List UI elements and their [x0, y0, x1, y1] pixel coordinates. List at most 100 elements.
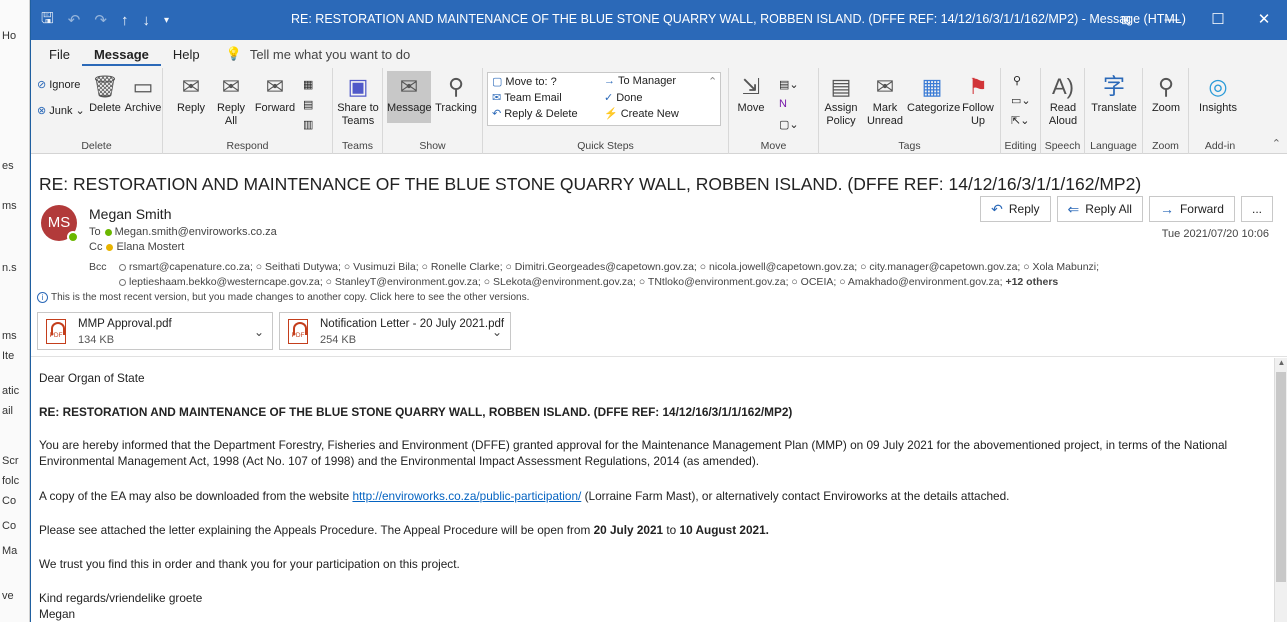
quick-step-reply-delete[interactable]: ↶ Reply & Delete	[492, 107, 578, 120]
paragraph-3: Please see attached the letter explainin…	[39, 523, 769, 537]
tracking-button[interactable]: ⚲ Tracking	[433, 74, 479, 115]
policy-icon: ▤	[830, 74, 852, 99]
team-email-icon: ✉	[492, 92, 502, 104]
read-aloud-button[interactable]: A) Read Aloud	[1043, 74, 1083, 128]
forward-button[interactable]: → Forward	[1148, 196, 1235, 222]
categorize-button[interactable]: ▦ Categorize	[907, 74, 960, 115]
menu-file[interactable]: File	[37, 43, 82, 66]
group-label-zoom: Zoom	[1152, 140, 1179, 152]
quick-step-create-new[interactable]: ⚡ Create New	[604, 107, 679, 120]
collapse-ribbon-icon[interactable]: ⌃	[1272, 137, 1281, 150]
to-recipient[interactable]: Megan.smith@enviroworks.co.za	[115, 226, 277, 238]
message-view-button[interactable]: ✉ Message	[387, 71, 432, 123]
background-text-fragment: Scr	[2, 455, 19, 467]
quick-step-team-email[interactable]: ✉ Team Email	[492, 91, 562, 104]
quick-step-to-manager[interactable]: → To Manager	[604, 75, 676, 87]
minimize-icon[interactable]: —	[1149, 0, 1195, 40]
chevron-down-icon[interactable]: ⌄	[492, 325, 502, 339]
follow-up-button[interactable]: ⚑ Follow Up	[957, 74, 999, 128]
insights-icon: ◎	[1208, 74, 1228, 99]
reply-arrow-icon: ↶	[991, 200, 1003, 217]
find-icon[interactable]: ⚲	[1013, 74, 1021, 87]
group-label-tags: Tags	[898, 140, 921, 152]
teams-icon: ▣	[347, 74, 369, 99]
reply-ribbon-button[interactable]: ✉ Reply	[171, 74, 211, 115]
version-notice[interactable]: i This is the most recent version, but yo…	[37, 292, 529, 303]
avatar[interactable]: MS	[41, 205, 79, 243]
rules-icon[interactable]: ▤⌄	[779, 78, 799, 91]
gallery-scroll-icon[interactable]: ⌃	[708, 75, 717, 88]
more-respond-icon[interactable]: ▥	[303, 118, 313, 131]
tell-me-label: Tell me what you want to do	[249, 46, 411, 62]
menu-message[interactable]: Message	[81, 43, 161, 66]
undo-icon[interactable]: ↶	[68, 11, 81, 29]
insights-button[interactable]: ◎ Insights	[1193, 74, 1243, 115]
attachment-notification-letter[interactable]: PDF Notification Letter - 20 July 2021.p…	[279, 312, 511, 350]
redo-icon[interactable]: ↷	[94, 11, 107, 29]
ribbon-group-zoom: ⚲ Zoom Zoom	[1143, 68, 1189, 154]
forward-ribbon-button[interactable]: ✉ Forward	[251, 74, 299, 115]
close-icon[interactable]: ✕	[1241, 0, 1287, 40]
forward-arrow-icon: →	[1159, 201, 1174, 217]
quick-step-done[interactable]: ✓ Done	[604, 91, 643, 104]
quick-access-toolbar: 🖫 ↶ ↷ ↑ ↓ ▾	[31, 8, 169, 33]
signature-name: Megan	[39, 607, 76, 621]
translate-button[interactable]: 字 Translate	[1087, 74, 1141, 115]
junk-button[interactable]: ⊗ Junk ⌄	[37, 104, 85, 117]
reply-all-button[interactable]: ⇐ Reply All	[1056, 196, 1143, 222]
related-icon[interactable]: ▭⌄	[1011, 94, 1031, 107]
chevron-down-icon[interactable]: ⌄	[254, 325, 264, 339]
paragraph-4: We trust you find this in order and than…	[39, 557, 460, 571]
actions-icon[interactable]: ▢⌄	[779, 118, 799, 131]
ribbon-display-icon[interactable]: ⊞	[1103, 0, 1149, 40]
quick-step-move-to[interactable]: ▢ Move to: ?	[492, 75, 557, 88]
background-text-fragment: Co	[2, 520, 17, 532]
ribbon-group-quick-steps: ▢ Move to: ? ✉ Team Email ↶ Reply & Delete …	[483, 68, 729, 154]
background-text-fragment: n.s	[2, 262, 17, 274]
ignore-button[interactable]: ⊘ Ignore	[37, 78, 80, 91]
more-actions-button[interactable]: ...	[1240, 196, 1273, 222]
maximize-icon[interactable]: ☐	[1195, 0, 1241, 40]
ribbon-group-respond: ✉ Reply ✉ Reply All ✉ Forward ▦ ▤ ▥ Respond	[163, 68, 333, 154]
up-arrow-icon[interactable]: ↑	[121, 12, 129, 29]
zoom-button[interactable]: ⚲ Zoom	[1145, 74, 1187, 115]
scroll-up-icon[interactable]: ▲	[1275, 358, 1287, 370]
ribbon-group-language: 字 Translate Language	[1085, 68, 1143, 154]
menu-help[interactable]: Help	[161, 43, 212, 66]
website-link[interactable]: http://enviroworks.co.za/public-particip…	[352, 489, 581, 503]
greeting: Dear Organ of State	[39, 371, 145, 385]
mark-unread-button[interactable]: ✉ Mark Unread	[863, 74, 907, 128]
reply-all-ribbon-button[interactable]: ✉ Reply All	[211, 74, 251, 128]
ribbon-group-move: ⇲ Move ▤⌄ N ▢⌄ Move	[729, 68, 819, 154]
bcc-more-link[interactable]: +12 others	[1005, 276, 1058, 288]
move-button[interactable]: ⇲ Move	[733, 74, 769, 115]
background-text-fragment: Ma	[2, 545, 18, 557]
onenote-icon[interactable]: N	[779, 98, 787, 110]
tell-me-box[interactable]: 💡 Tell me what you want to do	[212, 46, 411, 62]
vertical-scrollbar[interactable]: ▲	[1274, 358, 1287, 622]
save-icon[interactable]: 🖫	[41, 8, 54, 33]
flag-icon: ⚑	[968, 74, 988, 99]
select-icon[interactable]: ⇱⌄	[1011, 114, 1029, 127]
im-icon[interactable]: ▤	[303, 98, 313, 111]
sender-name[interactable]: Megan Smith	[89, 206, 171, 222]
customize-icon[interactable]: ▾	[164, 15, 169, 26]
meeting-icon[interactable]: ▦	[303, 78, 313, 91]
archive-button[interactable]: ▭ Archive	[123, 74, 163, 115]
attachment-mmp-approval[interactable]: PDF MMP Approval.pdf 134 KB ⌄	[37, 312, 273, 350]
scroll-thumb[interactable]	[1276, 372, 1286, 582]
group-label-addin: Add-in	[1204, 140, 1236, 152]
trash-icon: 🗑	[91, 74, 119, 99]
group-label-speech: Speech	[1044, 140, 1081, 152]
cc-recipient[interactable]: Elana Mostert	[116, 241, 184, 253]
background-text-fragment: ail	[2, 405, 14, 417]
bcc-recipients[interactable]: rsmart@capenature.co.za; ○ Seithati Duty…	[115, 260, 1265, 290]
delete-button[interactable]: 🗑 Delete	[87, 74, 123, 115]
assign-policy-button[interactable]: ▤ Assign Policy	[821, 74, 861, 128]
share-to-teams-button[interactable]: ▣ Share to Teams	[335, 74, 381, 128]
reply-button[interactable]: ↶ Reply	[980, 196, 1051, 222]
background-text-fragment: ve	[2, 590, 14, 602]
ribbon-group-addin: ◎ Insights Add-in	[1189, 68, 1251, 154]
sent-date: Tue 2021/07/20 10:06	[1161, 228, 1269, 240]
down-arrow-icon[interactable]: ↓	[142, 12, 150, 29]
